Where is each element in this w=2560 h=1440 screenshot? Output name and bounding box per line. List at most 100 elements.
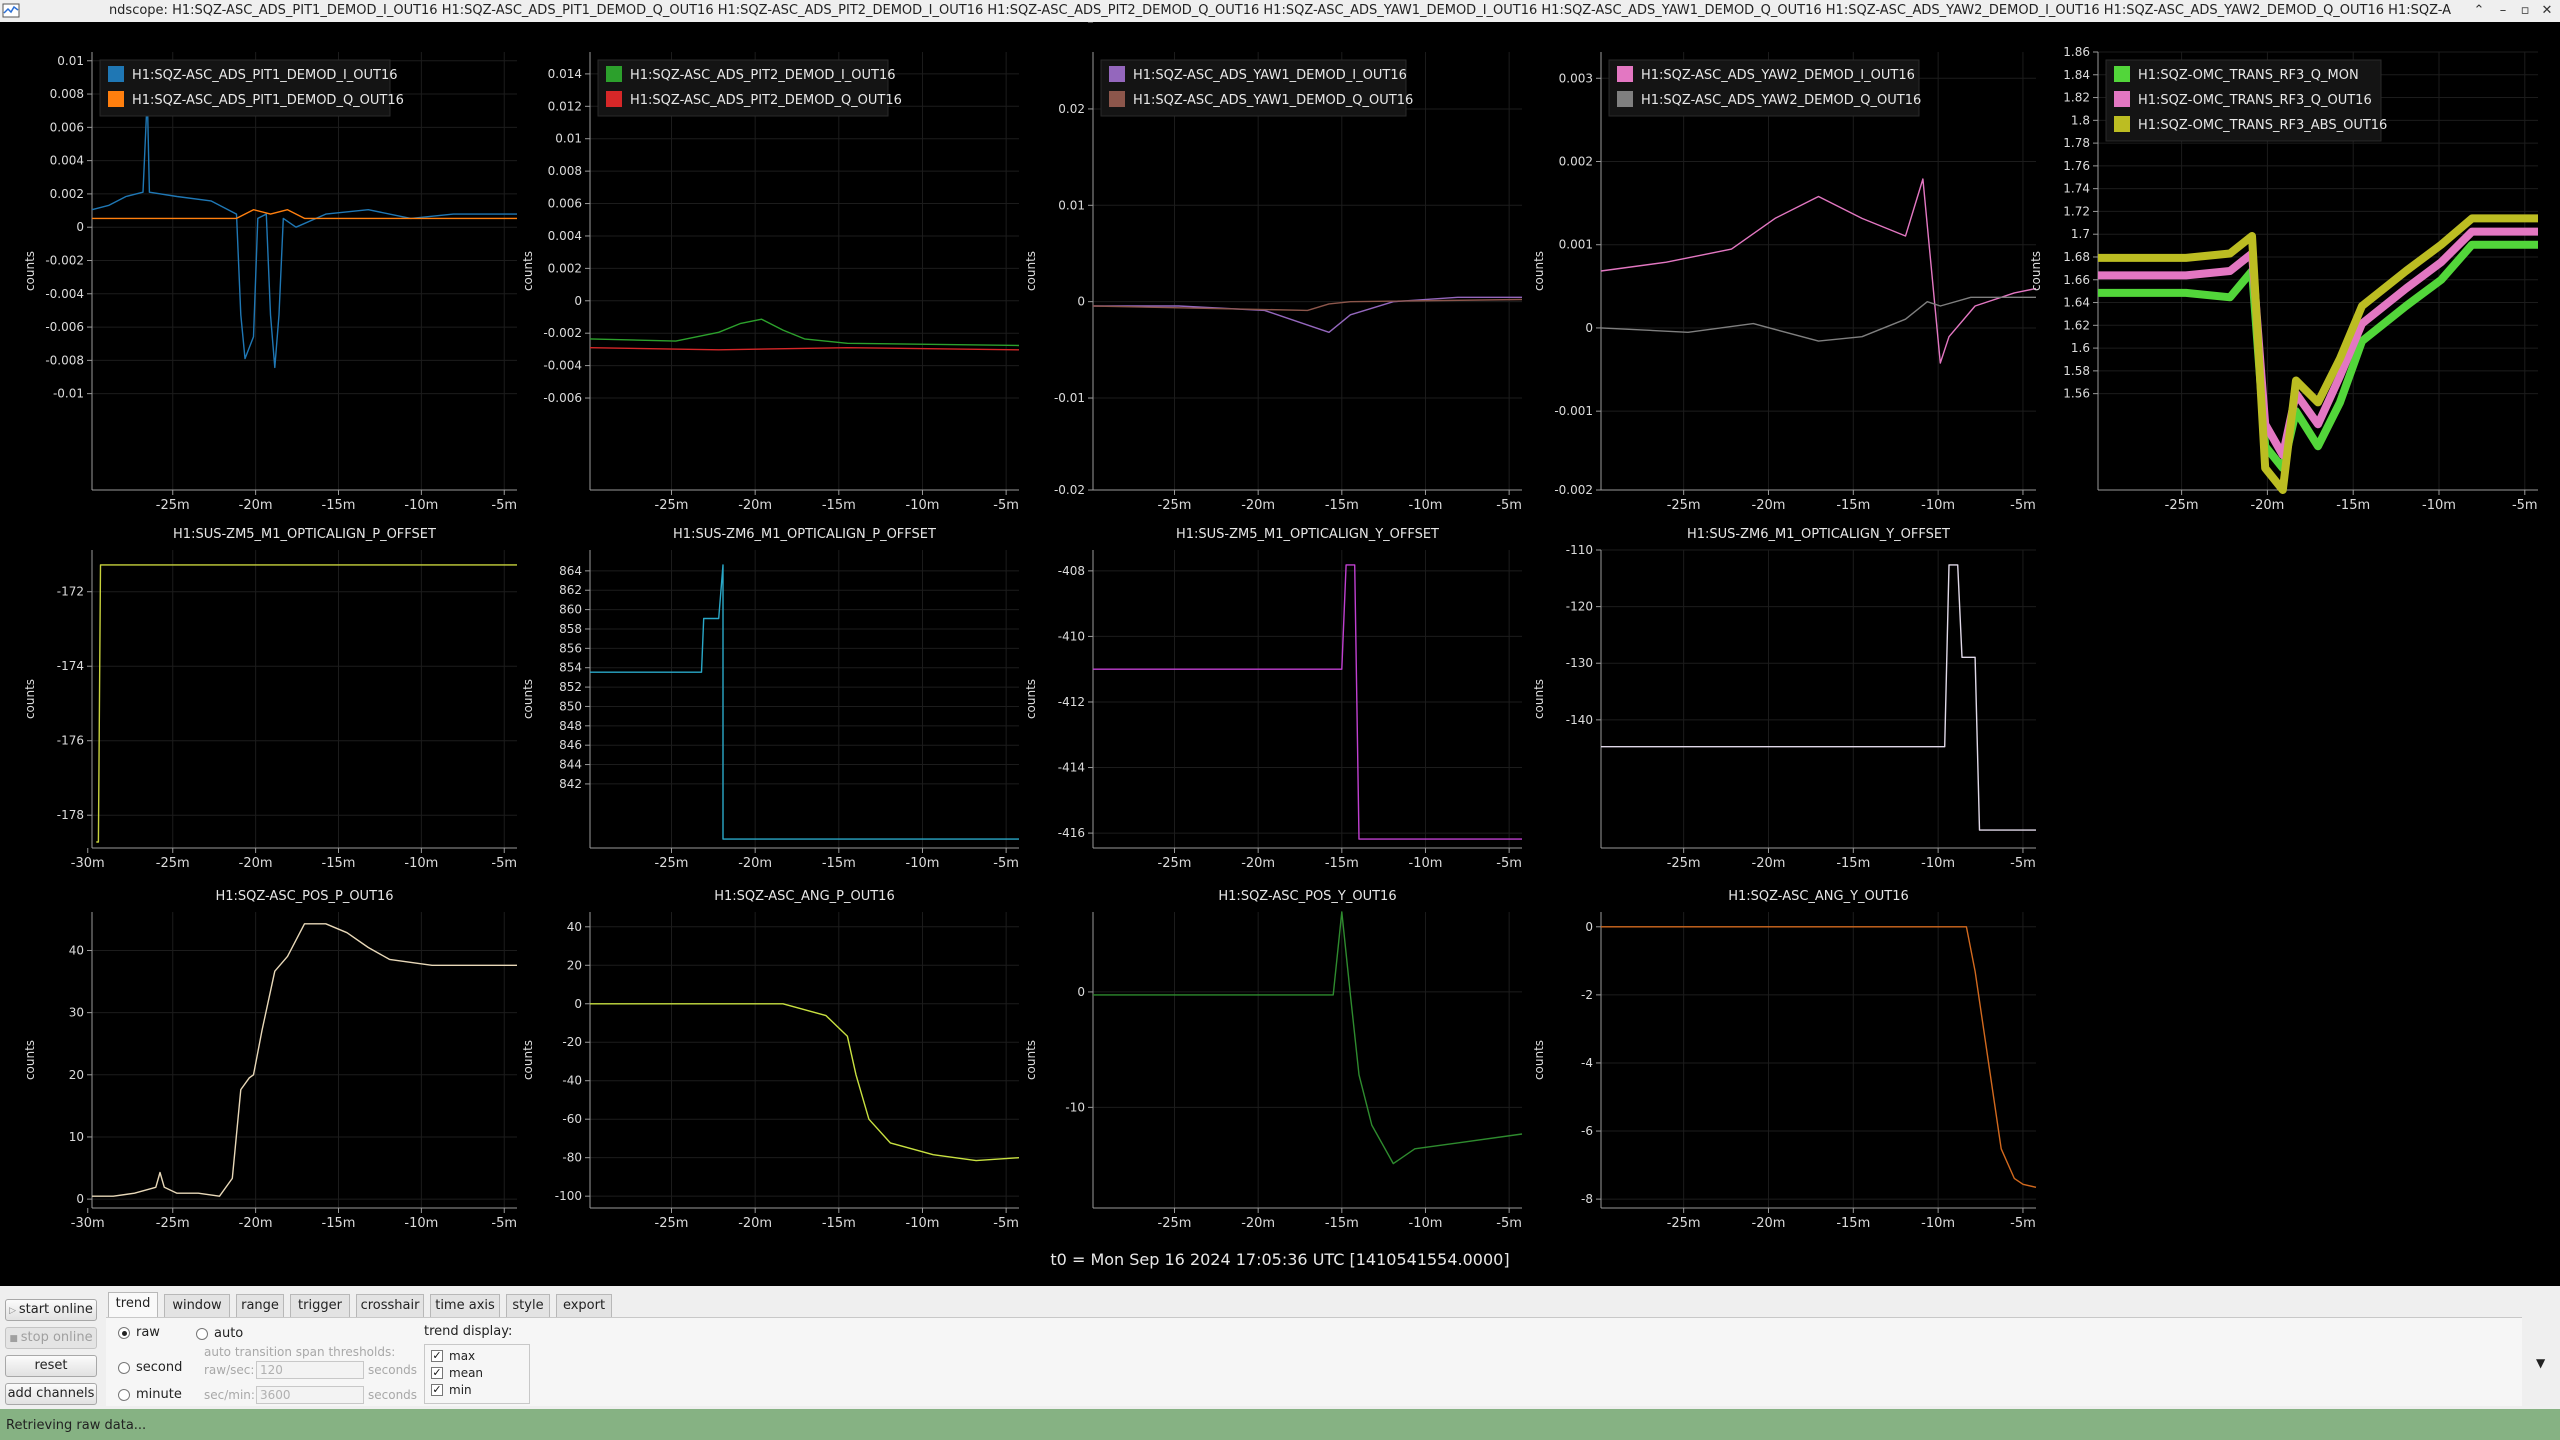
legend-label: H1:SQZ-ASC_ADS_PIT2_DEMOD_I_OUT16: [630, 68, 896, 83]
tab-export[interactable]: export: [556, 1294, 612, 1317]
y-tick-label: -0.02: [1054, 483, 1085, 497]
plot-panel-3[interactable]: -25m -20m -15m -10m -5m 0.003 0.002 0.001 0 -0.00…: [1532, 52, 2037, 513]
y-tick-label: 842: [559, 777, 582, 791]
reset-button[interactable]: reset: [5, 1355, 97, 1377]
plot-panel-0[interactable]: -25m -20m -15m -10m -5m 0.01 0.008 0.006 0.004 0.…: [23, 52, 517, 513]
y-tick-label: 1.76: [2063, 159, 2090, 173]
minimize-button[interactable]: –: [2492, 1, 2514, 21]
plot-area[interactable]: -25m -20m -15m -10m -5m 0.01 0.008 0.006 0.004 0.…: [0, 22, 2560, 1286]
tab-trigger[interactable]: trigger: [290, 1294, 350, 1317]
series-line-1: [589, 347, 1020, 351]
second-radio[interactable]: [118, 1362, 130, 1374]
series-line-0: [1093, 911, 1523, 1165]
y-tick-label: 0.002: [50, 187, 84, 201]
x-tick-label: -5m: [491, 856, 517, 871]
raw-radio[interactable]: [118, 1327, 130, 1339]
x-tick-label: -20m: [1241, 498, 1275, 513]
y-tick-label: 858: [559, 622, 582, 636]
series-line-0: [1601, 926, 2037, 1188]
max-checkbox[interactable]: ✓: [431, 1350, 443, 1362]
tab-range[interactable]: range: [236, 1294, 284, 1317]
y-tick-label: 1.6: [2071, 341, 2090, 355]
x-tick-label: -25m: [2165, 498, 2199, 513]
legend-label: H1:SQZ-OMC_TRANS_RF3_ABS_OUT16: [2138, 118, 2387, 133]
collapse-button[interactable]: ⌃: [2468, 1, 2490, 21]
raw-radio-label: raw: [136, 1325, 160, 1340]
y-axis-label: counts: [1532, 679, 1546, 719]
y-tick-label: 20: [567, 958, 582, 972]
x-tick-label: -5m: [2010, 1216, 2036, 1231]
raw-sec-input[interactable]: 120: [256, 1361, 364, 1379]
tab-style[interactable]: style: [506, 1294, 550, 1317]
y-tick-label: 1.68: [2063, 250, 2090, 264]
plot-title: H1:SQZ-ASC_POS_P_OUT16: [215, 889, 393, 904]
tab-trend[interactable]: trend: [108, 1292, 158, 1317]
add-channels-button[interactable]: add channels: [5, 1383, 97, 1405]
t0-label: t0 = Mon Sep 16 2024 17:05:36 UTC [14105…: [1050, 1250, 1510, 1269]
y-tick-label: 0: [1077, 295, 1085, 309]
plot-panel-2[interactable]: -25m -20m -15m -10m -5m 0.02 0.01 0 -0.01 -0.02 co…: [1024, 52, 1523, 513]
y-tick-label: 40: [567, 920, 582, 934]
tab-window[interactable]: window: [164, 1294, 230, 1317]
trend-display-label: trend display:: [424, 1324, 513, 1339]
x-tick-label: -25m: [655, 856, 689, 871]
stop-online-button[interactable]: ■ stop online: [5, 1327, 97, 1349]
x-tick-label: -15m: [822, 1216, 856, 1231]
y-tick-label: 0.01: [1058, 198, 1085, 212]
plot-panel-9[interactable]: -30m -25m -20m -15m -10m -5m 40 30 20 10 0 counts H1…: [23, 889, 517, 1231]
y-axis-label: counts: [1024, 679, 1038, 719]
plots-canvas[interactable]: -25m -20m -15m -10m -5m 0.01 0.008 0.006 0.004 0.…: [0, 22, 2560, 1286]
sec-min-input[interactable]: 3600: [256, 1386, 364, 1404]
x-tick-label: -15m: [322, 498, 356, 513]
plot-panel-12[interactable]: -25m -20m -15m -10m -5m 0 -2 -4 -6 -8 counts H1:SQZ…: [1532, 889, 2037, 1231]
minute-radio[interactable]: [118, 1389, 130, 1401]
plot-panel-4[interactable]: -25m -20m -15m -10m -5m 1.86 1.84 1.82 1.8 1.78 1.…: [2029, 45, 2538, 513]
close-button[interactable]: ✕: [2536, 1, 2558, 21]
plot-title: H1:SUS-ZM6_M1_OPTICALIGN_P_OFFSET: [673, 527, 936, 542]
min-checkbox[interactable]: ✓: [431, 1384, 443, 1396]
y-tick-label: -10: [1065, 1100, 1085, 1114]
plot-panel-10[interactable]: -25m -20m -15m -10m -5m 40 20 0 -20 -40 -60 -80 -100…: [521, 889, 1020, 1231]
plot-panel-5[interactable]: -30m -25m -20m -15m -10m -5m -172 -174 -176 -178 c…: [23, 527, 517, 871]
series-line-0: [590, 564, 1019, 840]
y-tick-label: -4: [1581, 1056, 1593, 1070]
expand-arrow-icon[interactable]: ▼: [2536, 1356, 2545, 1370]
plot-panel-1[interactable]: -25m -20m -15m -10m -5m 0.014 0.012 0.01 0.008 0.…: [521, 52, 1020, 513]
mean-checkbox[interactable]: ✓: [431, 1367, 443, 1379]
trend-tab-pane: raw auto auto transition span thresholds…: [106, 1317, 2522, 1406]
x-tick-label: -10m: [2422, 498, 2456, 513]
y-tick-label: -174: [57, 659, 84, 673]
y-tick-label: -0.001: [1554, 404, 1593, 418]
y-tick-label: -0.002: [1554, 483, 1593, 497]
tab-time-axis[interactable]: time axis: [430, 1294, 500, 1317]
y-tick-label: -408: [1058, 564, 1085, 578]
plot-panel-7[interactable]: -25m -20m -15m -10m -5m -408 -410 -412 -414 -416 -…: [1024, 22, 1522, 871]
maximize-button[interactable]: ▫: [2514, 1, 2536, 21]
y-axis-label: counts: [23, 251, 37, 291]
max-checkbox-label: max: [449, 1349, 476, 1363]
y-tick-label: 0.006: [548, 197, 582, 211]
y-tick-label: 0: [1077, 985, 1085, 999]
start-online-label: start online: [18, 1302, 93, 1317]
plot-panel-6[interactable]: -25m -20m -15m -10m -5m 864 862 860 858 856 854 852…: [521, 527, 1019, 871]
x-tick-label: -10m: [1409, 498, 1443, 513]
x-tick-label: -20m: [239, 1216, 273, 1231]
y-tick-label: -6: [1581, 1124, 1593, 1138]
y-tick-label: 1.64: [2063, 296, 2090, 310]
plot-title: H1:SQZ-ASC_POS_Y_OUT16: [1218, 889, 1396, 904]
y-tick-label: 0.003: [1559, 71, 1593, 85]
x-tick-label: -10m: [906, 1216, 940, 1231]
auto-radio[interactable]: [196, 1328, 208, 1340]
x-tick-label: -20m: [738, 1216, 772, 1231]
legend-label: H1:SQZ-ASC_ADS_PIT1_DEMOD_Q_OUT16: [132, 93, 404, 108]
y-tick-label: 0.012: [548, 99, 582, 113]
plot-panel-8[interactable]: -25m -20m -15m -10m -5m -110 -120 -130 -140 count…: [1532, 527, 2036, 871]
y-tick-label: 1.78: [2063, 136, 2090, 150]
y-tick-label: 30: [69, 1006, 84, 1020]
plot-panel-11[interactable]: -25m -20m -15m -10m -5m 0 -10 counts H1:SQZ-ASC_…: [1024, 889, 1523, 1231]
y-tick-label: -176: [57, 734, 84, 748]
start-online-button[interactable]: ▷ start online: [5, 1299, 97, 1321]
tab-crosshair[interactable]: crosshair: [356, 1294, 424, 1317]
window-title: ndscope: H1:SQZ-ASC_ADS_PIT1_DEMOD_I_OUT…: [108, 3, 2452, 18]
y-tick-label: -20: [562, 1035, 582, 1049]
